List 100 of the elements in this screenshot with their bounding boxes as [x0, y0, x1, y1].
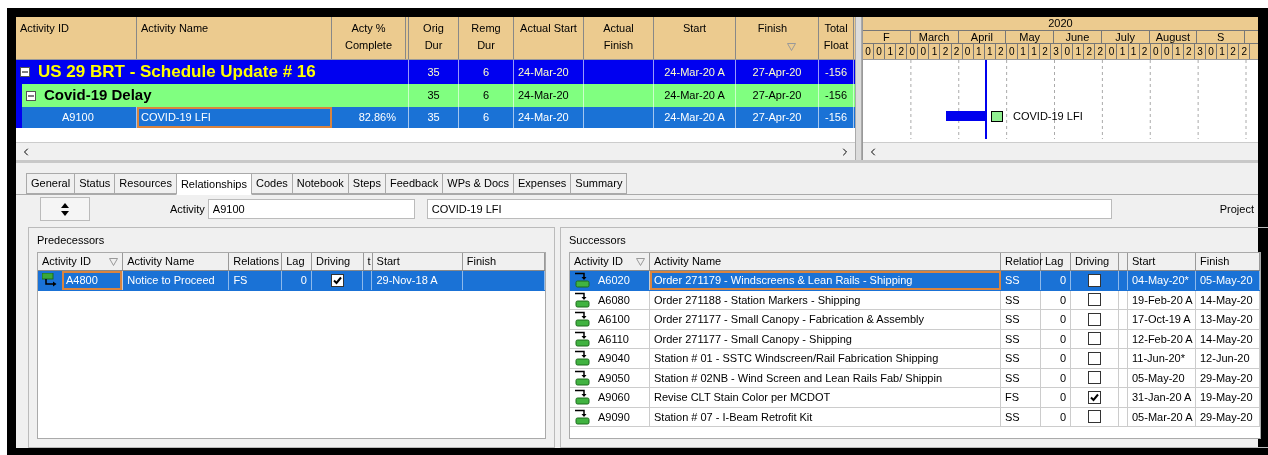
filter-icon: [787, 43, 797, 51]
checkbox[interactable]: [1088, 410, 1101, 424]
week-header: 0: [1161, 44, 1173, 59]
column-header[interactable]: Activity ID: [574, 253, 623, 270]
column-header[interactable]: Activity Name: [654, 253, 722, 270]
month-header: July: [1101, 30, 1150, 44]
table-cell: 0: [1041, 290, 1071, 309]
table-cell-text: A9050: [597, 370, 631, 386]
tab[interactable]: Feedback: [385, 173, 444, 194]
column-header[interactable]: Activity Name: [141, 20, 209, 37]
column-header[interactable]: Activity Name: [127, 253, 195, 270]
table-cell: 17-Oct-19 A: [1128, 310, 1196, 329]
table-cell-text: A9090: [597, 409, 631, 425]
table-cell: SS: [1001, 310, 1041, 329]
scroll-bar[interactable]: [16, 142, 855, 160]
column-header[interactable]: Lag: [1045, 253, 1064, 270]
week-header: 2: [1095, 44, 1107, 59]
successor-icon: [574, 408, 590, 425]
tab[interactable]: Resources: [114, 173, 177, 194]
checkbox[interactable]: [1088, 312, 1101, 326]
relationship-row[interactable]: A4800 Notice to Proceed FS 0 29-Nov-18 A: [38, 271, 545, 291]
column-header[interactable]: Finish: [757, 20, 788, 37]
relationship-row[interactable]: A6100 Order 271177 - Small Canopy - Fabrication & Assembly SS 0 17-Oct-19 A 13-May-20: [570, 310, 1260, 330]
activity-name-field[interactable]: COVID-19 LFI: [426, 199, 1112, 219]
column-header[interactable]: Driving: [316, 253, 351, 270]
week-header: 2: [1183, 44, 1195, 59]
collapse-icon[interactable]: [26, 90, 36, 101]
week-header: 0: [863, 44, 875, 59]
tab[interactable]: Summary: [570, 173, 628, 194]
month-header: May: [1006, 30, 1054, 44]
table-cell: Order 271179 - Windscreens & Lean Rails - Shipping: [650, 271, 1001, 290]
table-cell: 29-May-20: [1196, 407, 1260, 426]
table-cell: 29-May-20: [1196, 368, 1260, 387]
relationship-row[interactable]: A9040 Station # 01 - SSTC Windscreen/Rail Fabrication Shipping SS 0 11-Jun-20* 12-Jun-20: [570, 349, 1260, 369]
column-header[interactable]: Lag: [286, 253, 305, 270]
column-header[interactable]: Actual Start: [520, 20, 577, 37]
column-header[interactable]: Driving: [1075, 253, 1110, 270]
checkbox[interactable]: [1088, 273, 1101, 287]
column-header[interactable]: Acty % Complete: [336, 20, 401, 53]
relationship-row[interactable]: A6080 Order 271188 - Station Markers - Shipping SS 0 19-Feb-20 A 14-May-20: [570, 290, 1260, 310]
table-cell: 0: [1041, 407, 1071, 426]
column-header[interactable]: Activity ID: [20, 20, 69, 37]
table-cell: 0: [1041, 388, 1071, 407]
gantt-bar: [946, 111, 986, 121]
table-cell: 29-Nov-18 A: [372, 271, 463, 290]
tab[interactable]: Relationships: [175, 173, 252, 195]
column-header[interactable]: Actual Finish: [588, 20, 649, 53]
table-cell: 04-May-20*: [1128, 271, 1196, 290]
relationship-row[interactable]: A9050 Station # 02NB - Wind Screen and Lean Rails Fab/ Shippin SS 0 05-May-20 29-May-20: [570, 368, 1260, 388]
month-header: F: [863, 30, 911, 44]
column-header[interactable]: Start: [682, 20, 707, 37]
table-cell: SS: [1001, 368, 1041, 387]
column-header[interactable]: Activity ID: [42, 253, 91, 270]
column-header[interactable]: Total Float: [823, 20, 849, 53]
tab[interactable]: WPs & Docs: [442, 173, 515, 194]
successor-icon: [574, 350, 590, 367]
checkbox[interactable]: [1088, 371, 1101, 385]
column-header[interactable]: Finish: [1200, 253, 1230, 270]
column-header[interactable]: Orig Dur: [413, 20, 454, 53]
checkbox[interactable]: [1088, 390, 1101, 404]
checkbox[interactable]: [1088, 351, 1101, 365]
tab[interactable]: Notebook: [291, 173, 349, 194]
tab[interactable]: Codes: [250, 173, 293, 194]
table-cell: 24-Mar-20 A: [654, 107, 736, 128]
table-cell: 31-Jan-20 A: [1128, 388, 1196, 407]
wbs-row-title[interactable]: Covid-19 Delay: [16, 84, 409, 107]
table-cell: 0: [282, 271, 312, 290]
checkbox[interactable]: [330, 273, 344, 287]
relationship-row[interactable]: A6110 Order 271177 - Small Canopy - Shipping SS 0 12-Feb-20 A 14-May-20: [570, 329, 1260, 349]
table-cell-text: A9060: [597, 390, 631, 405]
activity-label: Activity: [170, 201, 205, 217]
checkbox[interactable]: [1088, 332, 1101, 346]
month-header: S: [1197, 30, 1245, 44]
week-header: 0: [1062, 44, 1074, 59]
tab[interactable]: Steps: [347, 173, 386, 194]
table-cell: SS: [1001, 407, 1041, 426]
column-header[interactable]: Remg Dur: [463, 20, 509, 53]
tab[interactable]: Status: [74, 173, 116, 194]
up-arrow-icon: [61, 202, 69, 208]
tab[interactable]: General: [26, 173, 76, 194]
relationship-row[interactable]: A9060 Revise CLT Stain Color per MCDOT FS 0 31-Jan-20 A 19-May-20: [570, 388, 1260, 408]
table-cell: Station # 01 - SSTC Windscreen/Rail Fabrication Shipping: [650, 349, 1001, 368]
previous-next-button[interactable]: [40, 197, 90, 221]
tab[interactable]: Expenses: [513, 173, 572, 194]
activity-id-field[interactable]: A9100: [207, 199, 415, 219]
column-header[interactable]: Relatior: [1005, 253, 1043, 270]
relationship-row[interactable]: A9090 Station # 07 - I-Beam Retrofit Kit SS 0 05-Mar-20 A 29-May-20: [570, 407, 1260, 427]
table-cell: Order 271177 - Small Canopy - Fabrication & Assembly: [650, 310, 1001, 329]
column-header[interactable]: Start: [1132, 253, 1156, 270]
column-header[interactable]: Relations: [233, 253, 280, 270]
successor-icon: [574, 330, 590, 347]
column-header[interactable]: t: [367, 253, 371, 270]
checkbox[interactable]: [1088, 293, 1101, 307]
relationship-row[interactable]: A6020 Order 271179 - Windscreens & Lean Rails - Shipping SS 0 04-May-20* 05-May-20: [570, 271, 1260, 291]
table-cell: COVID-19 LFI: [137, 107, 332, 128]
collapse-icon[interactable]: [20, 67, 30, 77]
column-header[interactable]: Start: [376, 253, 400, 270]
table-cell: 27-Apr-20: [736, 107, 819, 128]
column-header[interactable]: Finish: [466, 253, 497, 270]
successor-icon: [574, 369, 590, 386]
